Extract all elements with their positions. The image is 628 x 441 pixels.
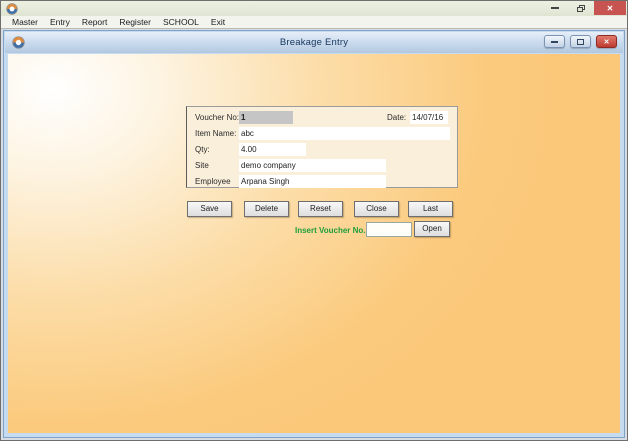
- menu-item-register[interactable]: Register: [114, 16, 156, 28]
- minimize-button[interactable]: [542, 1, 568, 15]
- inner-window-controls: ✕: [544, 35, 617, 48]
- close-button[interactable]: ✕: [594, 1, 626, 15]
- qty-row: Qty:: [187, 143, 457, 156]
- inner-close-button[interactable]: ✕: [596, 35, 617, 48]
- window-title: Breakage Entry: [5, 37, 623, 48]
- form-content-area: Voucher No: Date: Item Name: Qty: Site: [8, 54, 620, 433]
- employee-label: Employee: [195, 175, 231, 188]
- qty-field[interactable]: [239, 143, 306, 156]
- inner-minimize-button[interactable]: [544, 35, 565, 48]
- menu-item-entry[interactable]: Entry: [45, 16, 75, 28]
- employee-row: Employee: [187, 175, 457, 188]
- qty-label: Qty:: [195, 143, 210, 156]
- delete-button[interactable]: Delete: [244, 201, 289, 217]
- close-form-button[interactable]: Close: [354, 201, 399, 217]
- date-label: Date:: [387, 111, 406, 124]
- maximize-icon: [577, 39, 584, 45]
- item-name-label: Item Name:: [195, 127, 236, 140]
- insert-voucher-label: Insert Voucher No.: [295, 224, 366, 238]
- save-button[interactable]: Save: [187, 201, 232, 217]
- breakage-entry-window: Breakage Entry ✕ Voucher No: Date: Item …: [3, 30, 625, 438]
- voucher-no-field: [239, 111, 293, 124]
- site-field[interactable]: [239, 159, 386, 172]
- employee-field[interactable]: [239, 175, 386, 188]
- breakage-form-panel: Voucher No: Date: Item Name: Qty: Site: [186, 106, 458, 188]
- inner-titlebar: Breakage Entry ✕: [5, 32, 623, 53]
- outer-titlebar: ✕: [1, 1, 627, 16]
- open-button[interactable]: Open: [414, 221, 450, 237]
- insert-voucher-input[interactable]: [366, 222, 412, 237]
- last-button[interactable]: Last: [408, 201, 453, 217]
- inner-maximize-button[interactable]: [570, 35, 591, 48]
- form-logo-icon: [12, 36, 25, 49]
- menu-item-report[interactable]: Report: [77, 16, 113, 28]
- close-icon: ✕: [604, 38, 610, 46]
- menu-item-exit[interactable]: Exit: [206, 16, 230, 28]
- reset-button[interactable]: Reset: [298, 201, 343, 217]
- voucher-row: Voucher No: Date:: [187, 111, 457, 124]
- menu-item-master[interactable]: Master: [7, 16, 43, 28]
- item-name-row: Item Name:: [187, 127, 457, 140]
- outer-window-controls: ✕: [542, 1, 626, 15]
- menu-bar: Master Entry Report Register SCHOOL Exit: [1, 16, 627, 29]
- application-window: ✕ Master Entry Report Register SCHOOL Ex…: [0, 0, 628, 441]
- site-row: Site: [187, 159, 457, 172]
- app-logo-icon: [6, 3, 18, 15]
- date-field[interactable]: [410, 111, 448, 124]
- voucher-no-label: Voucher No:: [195, 111, 239, 124]
- restore-button[interactable]: [568, 1, 594, 15]
- restore-icon: [577, 5, 585, 12]
- close-icon: ✕: [607, 4, 614, 13]
- item-name-field[interactable]: [239, 127, 450, 140]
- minimize-icon: [551, 41, 558, 43]
- menu-item-school[interactable]: SCHOOL: [158, 16, 204, 28]
- site-label: Site: [195, 159, 209, 172]
- minimize-icon: [551, 7, 559, 9]
